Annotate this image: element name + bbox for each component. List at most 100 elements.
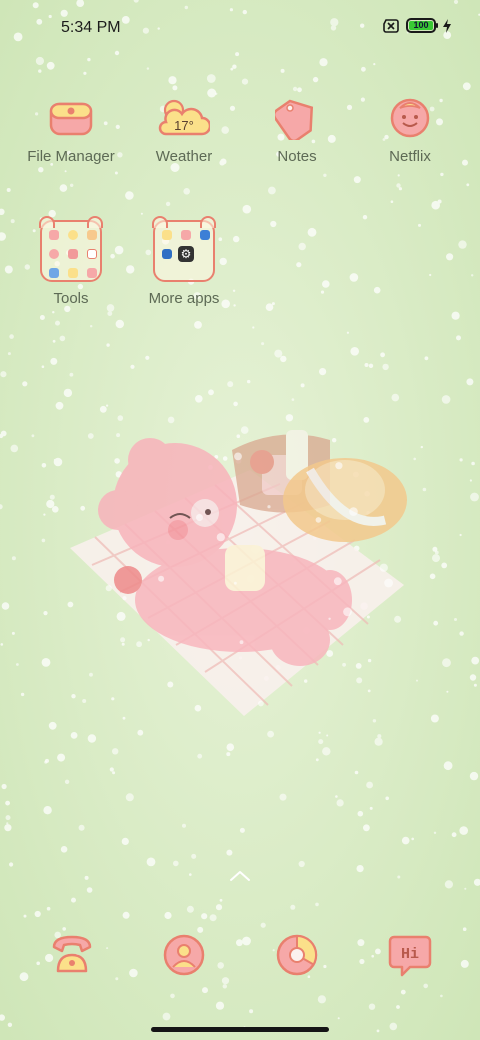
battery-cap [436,23,438,28]
wallpaper-flower-dot [315,902,319,907]
status-time: 5:34 PM [61,19,121,36]
wallpaper-flower-dot [41,658,51,667]
wallpaper-flower-dot [466,378,474,386]
wallpaper-flower-dot [258,700,264,707]
wallpaper-flower-dot [374,737,383,746]
wallpaper-flower-dot [343,607,352,617]
wallpaper-flower-dot [60,846,68,853]
wallpaper-flower-dot [221,977,230,985]
dock-contacts[interactable] [162,933,206,982]
wallpaper-flower-dot [249,1009,254,1014]
wallpaper-flower-dot [437,199,442,204]
wallpaper-flower-dot [441,562,448,569]
wallpaper-flower-dot [215,1001,225,1010]
wallpaper-flower-dot [10,444,19,453]
wallpaper-flower-dot [38,167,44,173]
wallpaper-flower-dot [268,186,276,195]
wallpaper-flower-dot [328,617,331,620]
wallpaper-flower-dot [471,461,475,466]
wallpaper-flower-dot [322,747,331,756]
wallpaper-flower-dot [116,433,121,438]
wallpaper-flower-dot [422,487,427,492]
dock-browser[interactable] [275,933,319,982]
wallpaper-flower-dot [440,994,443,998]
app-notes[interactable]: Notes [237,96,357,165]
wallpaper-flower-dot [43,806,52,815]
wallpaper-flower-dot [226,849,233,856]
wallpaper-flower-dot [397,174,400,177]
wallpaper-flower-dot [114,458,120,464]
app-label: Netflix [389,148,431,165]
app-label: Weather [155,148,213,165]
wallpaper-flower-dot [208,389,214,396]
wallpaper-flower-dot [5,815,11,821]
wallpaper-flower-dot [364,363,369,367]
dock-phone[interactable] [50,933,94,980]
wallpaper-flower-dot [473,683,477,687]
wallpaper-flower-dot [112,771,116,775]
wallpaper-flower-dot [87,57,91,62]
wallpaper-flower-dot [280,68,285,73]
wallpaper-flower-dot [114,171,118,175]
wallpaper-flower-dot [115,977,119,981]
wallpaper-flower-dot [397,875,401,879]
mini-app-icon [68,249,78,259]
folder-tools[interactable]: Tools [11,216,131,307]
wallpaper-flower-dot [53,457,63,467]
wallpaper-flower-dot [418,223,421,227]
gesture-navigation-bar[interactable] [151,1027,329,1032]
wallpaper-flower-dot [136,641,143,648]
dock-messages[interactable]: Hi [388,933,432,982]
wallpaper-flower-dot [41,538,46,543]
wallpaper-flower-dot [122,911,130,919]
weather-icon: 17° [158,99,210,136]
wallpaper-flower-dot [451,832,457,838]
wallpaper-flower-dot [111,697,115,701]
wallpaper-flower-dot [319,58,328,67]
settings-gear-icon: ⚙ [178,246,194,262]
wallpaper-flower-dot [0,643,4,646]
app-netflix[interactable]: Netflix [350,96,470,165]
wallpaper-flower-dot [201,913,208,920]
wallpaper-flower-dot [367,658,372,663]
wallpaper-flower-dot [206,74,216,83]
wallpaper-flower-dot [31,434,35,438]
wallpaper-flower-dot [46,61,55,70]
wallpaper-flower-dot [332,438,337,443]
wallpaper-flower-dot [227,381,234,388]
wallpaper-flower-dot [466,183,470,187]
wallpaper-flower-dot [432,554,440,563]
folder-more-apps[interactable]: ⚙ More apps [124,216,244,307]
wallpaper-flower-dot [440,172,444,177]
wallpaper-flower-dot [7,352,11,356]
wallpaper-flower-dot [367,689,371,693]
wallpaper-flower-dot [82,699,87,703]
wallpaper-flower-dot [279,793,287,801]
wallpaper-flower-dot [140,212,143,215]
wallpaper-flower-dot [355,663,362,669]
wallpaper-flower-dot [7,1022,13,1027]
wallpaper-flower-dot [444,880,453,889]
wallpaper-flower-dot [459,533,462,537]
wallpaper-flower-dot [1,602,10,610]
wallpaper-flower-dot [429,573,436,580]
battery-icon: 100 [406,18,438,33]
charging-bolt-icon [443,18,451,33]
status-icons: 100 [382,18,452,33]
wallpaper-flower-dot [165,201,171,207]
wallpaper-flower-dot [158,575,165,582]
wallpaper-flower-dot [1,783,7,790]
wallpaper-flower-dot [471,274,474,277]
app-file-manager[interactable]: File Manager [11,96,131,165]
wallpaper-flower-dot [197,926,204,933]
wallpaper-flower-dot [222,984,227,989]
wallpaper-flower-dot [6,822,9,825]
wallpaper-flower-dot [116,611,126,621]
wallpaper-flower-dot [349,507,358,516]
wallpaper-flower-dot [53,459,56,461]
wallpaper-flower-dot [84,875,89,880]
wallpaper-flower-dot [146,857,156,867]
app-weather[interactable]: 17° Weather [124,96,244,165]
wallpaper-flower-dot [57,753,66,762]
wallpaper-flower-dot [146,67,150,70]
